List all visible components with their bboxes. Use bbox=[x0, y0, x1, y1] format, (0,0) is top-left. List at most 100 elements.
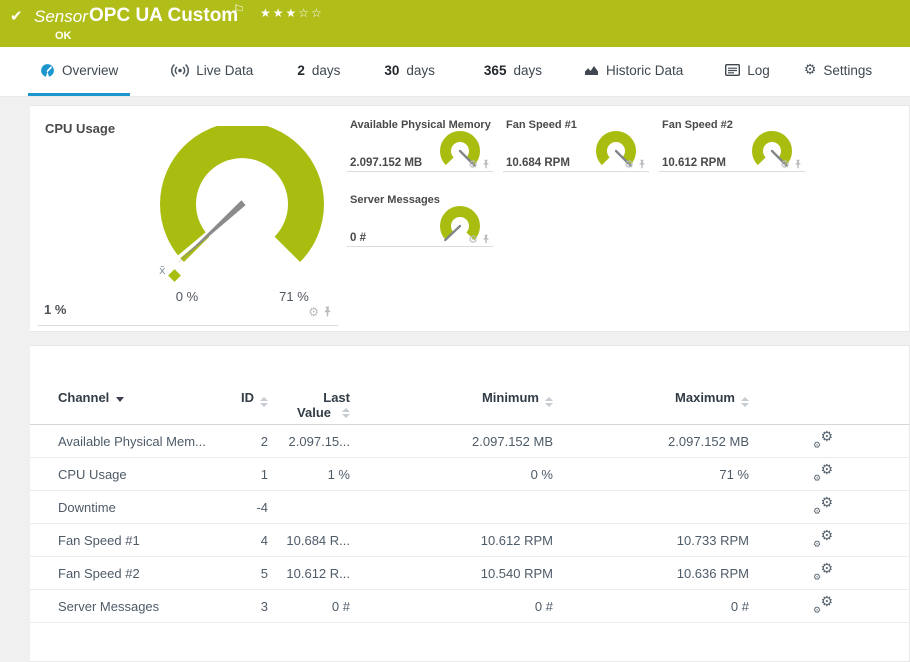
tile-actions: ⚙ bbox=[308, 306, 332, 318]
maximum-value: 71 % bbox=[719, 466, 749, 482]
broadcast-icon bbox=[171, 63, 190, 77]
tab-label: Log bbox=[747, 62, 770, 78]
minimum-value: 2.097.152 MB bbox=[472, 433, 553, 449]
gear-icon: ⚙ bbox=[820, 527, 833, 544]
pin-icon[interactable] bbox=[323, 306, 332, 318]
tab-label: days bbox=[513, 62, 542, 78]
mini-gauge-tile-server-messages: Server Messages 0 # ⚙ bbox=[347, 189, 493, 247]
table-row[interactable]: Server Messages 3 0 # 0 # 0 # ⚙ ⚙ bbox=[30, 590, 909, 623]
channel-name[interactable]: Server Messages bbox=[58, 599, 230, 614]
gear-icon: ⚙ bbox=[820, 461, 833, 478]
sort-icon bbox=[260, 397, 268, 407]
pin-icon[interactable] bbox=[482, 159, 490, 170]
minimum-value: 0 % bbox=[530, 466, 553, 482]
tile-actions: ⚙ bbox=[780, 159, 802, 170]
column-header-last-value[interactable]: Last Value bbox=[268, 346, 350, 420]
tab-overview[interactable]: Overview bbox=[28, 47, 131, 96]
cpu-usage-gauge bbox=[160, 126, 324, 282]
area-chart-icon bbox=[584, 66, 598, 75]
column-header-id[interactable]: ID bbox=[230, 346, 268, 407]
tab-settings[interactable]: ⚙ Settings bbox=[792, 47, 884, 96]
last-value: 10.612 R... bbox=[286, 565, 350, 581]
gear-icon[interactable]: ⚙ bbox=[308, 306, 319, 318]
mini-gauge-tile-available-memory: Available Physical Memory 2.097.152 MB ⚙ bbox=[347, 114, 493, 172]
sensor-header: ✔ Sensor OPC UA Custom ⚐ ★★★☆☆ OK bbox=[0, 0, 910, 47]
table-row[interactable]: Downtime -4 ⚙ ⚙ bbox=[30, 491, 909, 524]
last-value: 2.097.15... bbox=[288, 433, 350, 449]
tab-number: 30 bbox=[384, 62, 400, 78]
channel-settings-icon[interactable]: ⚙ ⚙ bbox=[813, 527, 833, 550]
average-marker: x̄ bbox=[159, 264, 166, 277]
tile-actions: ⚙ bbox=[468, 159, 490, 170]
mini-gauge-tile-fan-speed-2: Fan Speed #2 10.612 RPM ⚙ bbox=[659, 114, 805, 172]
channel-settings-icon[interactable]: ⚙ ⚙ bbox=[813, 461, 833, 484]
column-header-channel[interactable]: Channel bbox=[58, 346, 230, 405]
maximum-value: 10.636 RPM bbox=[676, 565, 749, 581]
channel-settings-icon[interactable]: ⚙ ⚙ bbox=[813, 593, 833, 616]
gear-icon: ⚙ bbox=[803, 62, 817, 78]
flag-icon[interactable]: ⚐ bbox=[233, 3, 245, 18]
column-header-label: Maximum bbox=[675, 390, 735, 405]
column-header-minimum[interactable]: Minimum bbox=[350, 346, 553, 407]
tab-365-days[interactable]: 365 days bbox=[472, 47, 554, 96]
gear-icon: ⚙ bbox=[813, 539, 822, 550]
channel-settings-icon[interactable]: ⚙ ⚙ bbox=[813, 428, 833, 451]
status-badge: OK bbox=[55, 30, 72, 42]
object-kind-label: Sensor bbox=[34, 7, 88, 26]
gauge-current-value: 2.097.152 MB bbox=[350, 157, 423, 169]
tab-historic-data[interactable]: Historic Data bbox=[572, 47, 695, 96]
channel-id: 5 bbox=[260, 565, 268, 581]
table-header-row: Channel ID Last Value Minimum Maximum bbox=[30, 346, 909, 425]
gear-icon[interactable]: ⚙ bbox=[780, 159, 790, 170]
tab-live-data[interactable]: Live Data bbox=[159, 47, 265, 96]
channel-settings-icon[interactable]: ⚙ ⚙ bbox=[813, 560, 833, 583]
pin-icon[interactable] bbox=[482, 234, 490, 245]
last-value: 1 % bbox=[327, 466, 350, 482]
gear-icon: ⚙ bbox=[820, 560, 833, 577]
column-header-label: Last bbox=[323, 390, 350, 405]
priority-stars[interactable]: ★★★☆☆ bbox=[260, 6, 324, 20]
gear-icon: ⚙ bbox=[813, 572, 822, 583]
tab-30-days[interactable]: 30 days bbox=[372, 47, 447, 96]
tab-log[interactable]: Log bbox=[713, 47, 782, 96]
channel-id: 3 bbox=[260, 598, 268, 614]
gear-icon[interactable]: ⚙ bbox=[468, 159, 478, 170]
gauge-scale-max: 71 % bbox=[279, 289, 309, 304]
gear-icon: ⚙ bbox=[820, 593, 833, 610]
tab-label: days bbox=[406, 62, 435, 78]
gear-icon[interactable]: ⚙ bbox=[624, 159, 634, 170]
pin-icon[interactable] bbox=[794, 159, 802, 170]
channel-table-panel: Channel ID Last Value Minimum Maximum Av… bbox=[30, 345, 910, 662]
gear-icon[interactable]: ⚙ bbox=[468, 234, 478, 245]
minimum-value: 0 # bbox=[534, 598, 553, 614]
log-list-icon bbox=[725, 64, 741, 76]
sort-descending-icon bbox=[116, 397, 125, 402]
column-header-maximum[interactable]: Maximum bbox=[553, 346, 749, 407]
sort-icon bbox=[741, 397, 749, 407]
table-row[interactable]: Available Physical Mem... 2 2.097.15... … bbox=[30, 425, 909, 458]
gauge-current-value: 10.612 RPM bbox=[662, 157, 726, 169]
gear-icon: ⚙ bbox=[813, 440, 822, 451]
channel-name[interactable]: CPU Usage bbox=[58, 467, 230, 482]
channel-name[interactable]: Downtime bbox=[58, 500, 230, 515]
channel-id: 4 bbox=[260, 532, 268, 548]
gear-icon: ⚙ bbox=[813, 605, 822, 616]
table-row[interactable]: Fan Speed #2 5 10.612 R... 10.540 RPM 10… bbox=[30, 557, 909, 590]
tab-bar: Overview Live Data 2 days 30 days 365 da… bbox=[0, 47, 910, 97]
tile-actions: ⚙ bbox=[624, 159, 646, 170]
gauge-title: Fan Speed #2 bbox=[662, 119, 733, 131]
channel-settings-icon[interactable]: ⚙ ⚙ bbox=[813, 496, 833, 517]
maximum-value: 2.097.152 MB bbox=[668, 433, 749, 449]
pin-icon[interactable] bbox=[638, 159, 646, 170]
gear-icon: ⚙ bbox=[820, 428, 833, 445]
table-row[interactable]: CPU Usage 1 1 % 0 % 71 % ⚙ ⚙ bbox=[30, 458, 909, 491]
channel-name[interactable]: Fan Speed #1 bbox=[58, 533, 230, 548]
channel-name[interactable]: Available Physical Mem... bbox=[58, 434, 230, 449]
tab-label: days bbox=[311, 62, 341, 78]
tab-number: 365 bbox=[483, 62, 507, 78]
last-value: 10.684 R... bbox=[286, 532, 350, 548]
tab-2-days[interactable]: 2 days bbox=[285, 47, 352, 96]
channel-name[interactable]: Fan Speed #2 bbox=[58, 566, 230, 581]
table-row[interactable]: Fan Speed #1 4 10.684 R... 10.612 RPM 10… bbox=[30, 524, 909, 557]
tab-label: Live Data bbox=[196, 62, 254, 78]
